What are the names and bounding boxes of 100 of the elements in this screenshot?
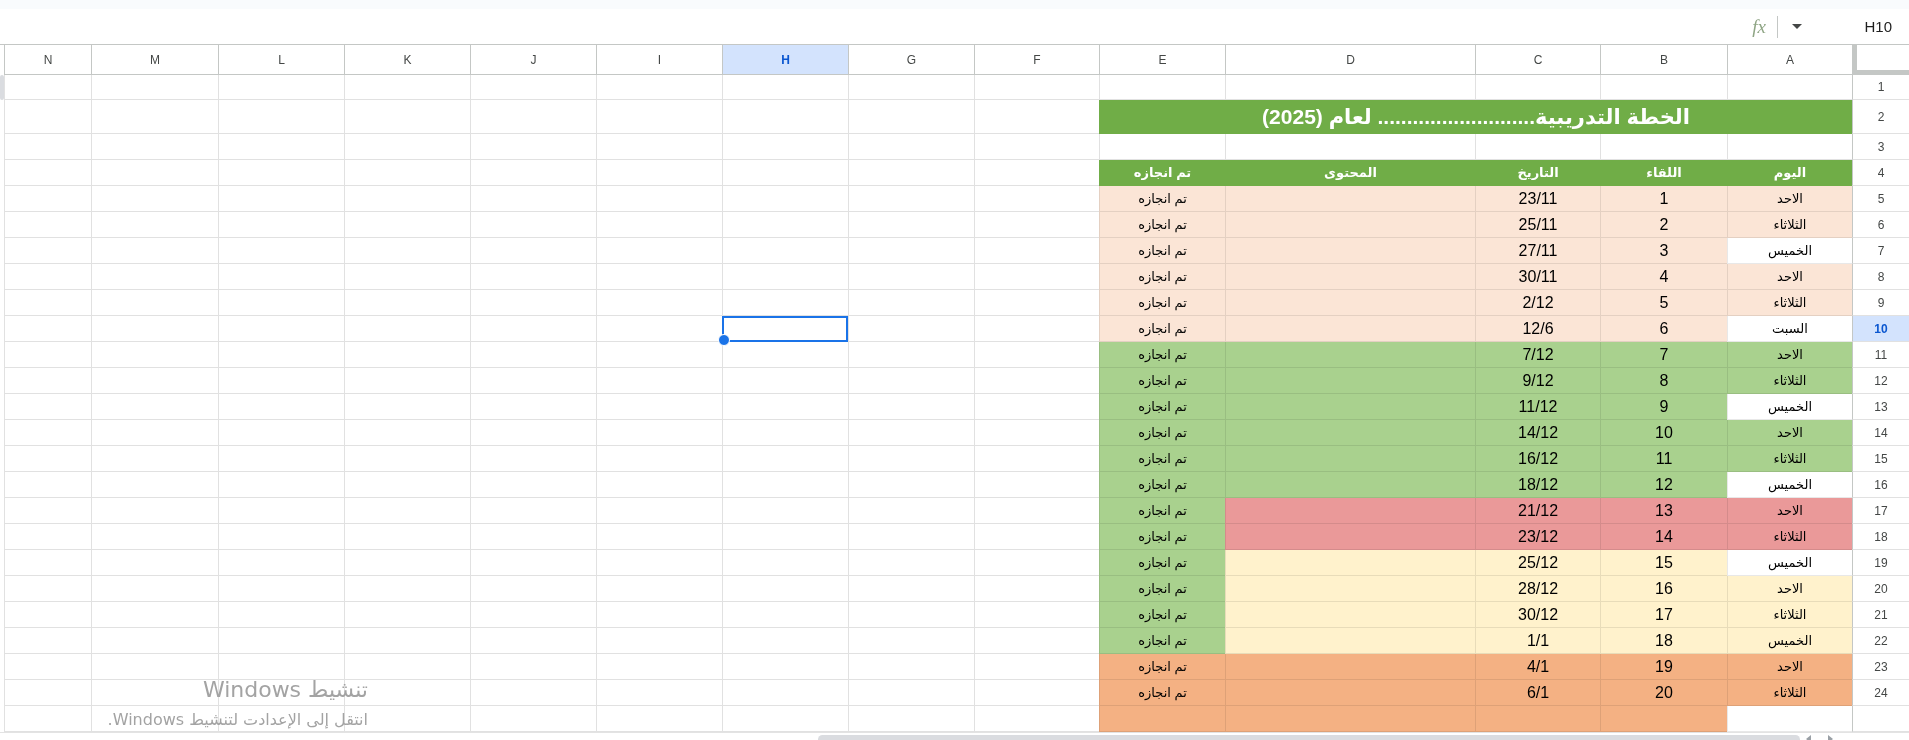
table-cell: الخميس	[1727, 394, 1852, 420]
table-cell: الثلاثاء	[1727, 290, 1852, 316]
table-cell: 25/11	[1475, 212, 1600, 238]
table-cell: الثلاثاء	[1727, 368, 1852, 394]
table-cell: تم انجازه	[1099, 498, 1225, 524]
table-header: المحتوى	[1225, 160, 1475, 186]
sheet-title: الخطة التدريبية........................... لعام (2025)	[1099, 100, 1852, 134]
column-header[interactable]: A	[1727, 45, 1852, 75]
table-cell: تم انجازه	[1099, 368, 1225, 394]
table-cell: الثلاثاء	[1727, 602, 1852, 628]
table-cell: 18/12	[1475, 472, 1600, 498]
table-header: اليوم	[1727, 160, 1852, 186]
column-header[interactable]: J	[470, 45, 596, 75]
table-cell: 10	[1600, 420, 1727, 446]
table-cell: تم انجازه	[1099, 264, 1225, 290]
row-header[interactable]: 10	[1852, 316, 1909, 342]
table-cell: الاحد	[1727, 264, 1852, 290]
table-cell: الخميس	[1727, 550, 1852, 576]
table-cell: 14/12	[1475, 420, 1600, 446]
table-cell: الاحد	[1727, 576, 1852, 602]
table-cell: 15	[1600, 550, 1727, 576]
dropdown-caret-icon[interactable]	[1792, 24, 1802, 29]
activation-title: تنشيط Windows	[202, 677, 368, 703]
select-all-corner[interactable]	[1852, 45, 1909, 75]
table-cell: 7/12	[1475, 342, 1600, 368]
table-cell: الخميس	[1727, 238, 1852, 264]
table-cell: تم انجازه	[1099, 212, 1225, 238]
table-cell: 12/6	[1475, 316, 1600, 342]
table-cell: تم انجازه	[1099, 186, 1225, 212]
table-cell: 6/1	[1475, 680, 1600, 706]
table-cell: الاحد	[1727, 186, 1852, 212]
column-header[interactable]: G	[848, 45, 974, 75]
table-cell: تم انجازه	[1099, 680, 1225, 706]
table-cell: 7	[1600, 342, 1727, 368]
table-cell: 4	[1600, 264, 1727, 290]
column-header[interactable]: F	[974, 45, 1099, 75]
table-cell: 16	[1600, 576, 1727, 602]
table-header: اللقاء	[1600, 160, 1727, 186]
column-header[interactable]: L	[218, 45, 344, 75]
table-cell: 30/12	[1475, 602, 1600, 628]
table-cell: 17	[1600, 602, 1727, 628]
table-cell: تم انجازه	[1099, 446, 1225, 472]
table-cell: 21/12	[1475, 498, 1600, 524]
table-cell: 12	[1600, 472, 1727, 498]
table-cell: الاحد	[1727, 654, 1852, 680]
table-cell: 18	[1600, 628, 1727, 654]
table-cell: الثلاثاء	[1727, 212, 1852, 238]
table-cell: 23/11	[1475, 186, 1600, 212]
column-header[interactable]: H	[722, 45, 848, 75]
table-cell: تم انجازه	[1099, 654, 1225, 680]
table-cell: 9/12	[1475, 368, 1600, 394]
activation-message: انتقل إلى الإعدادت لتنشيط Windows.	[107, 710, 368, 730]
table-cell: تم انجازه	[1099, 524, 1225, 550]
table-cell: الثلاثاء	[1727, 680, 1852, 706]
table-cell: 5	[1600, 290, 1727, 316]
column-header[interactable]: C	[1475, 45, 1600, 75]
table-cell: 23/12	[1475, 524, 1600, 550]
table-cell: 28/12	[1475, 576, 1600, 602]
table-header: تم انجازه	[1099, 160, 1225, 186]
table-cell: تم انجازه	[1099, 238, 1225, 264]
column-header[interactable]: K	[344, 45, 470, 75]
table-cell: تم انجازه	[1099, 472, 1225, 498]
table-cell: 1/1	[1475, 628, 1600, 654]
column-header[interactable]: E	[1099, 45, 1225, 75]
table-cell: الاحد	[1727, 498, 1852, 524]
table-cell: تم انجازه	[1099, 576, 1225, 602]
name-box[interactable]: H10	[1810, 13, 1895, 40]
table-cell: 2	[1600, 212, 1727, 238]
table-cell: 11	[1600, 446, 1727, 472]
column-header[interactable]: B	[1600, 45, 1727, 75]
table-cell: السبت	[1727, 316, 1852, 342]
table-cell: 8	[1600, 368, 1727, 394]
table-cell: 20	[1600, 680, 1727, 706]
table-cell: تم انجازه	[1099, 394, 1225, 420]
table-cell: الخميس	[1727, 628, 1852, 654]
table-cell: تم انجازه	[1099, 550, 1225, 576]
table-cell: الاحد	[1727, 342, 1852, 368]
table-cell: 9	[1600, 394, 1727, 420]
column-header[interactable]: N	[4, 45, 91, 75]
table-cell: 11/12	[1475, 394, 1600, 420]
table-cell: 16/12	[1475, 446, 1600, 472]
table-cell: الثلاثاء	[1727, 524, 1852, 550]
table-cell: 2/12	[1475, 290, 1600, 316]
table-cell: تم انجازه	[1099, 316, 1225, 342]
table-cell: الاحد	[1727, 420, 1852, 446]
scrollbar-thumb[interactable]	[0, 75, 4, 100]
fill-handle[interactable]	[718, 334, 730, 346]
table-cell: 6	[1600, 316, 1727, 342]
table-cell: تم انجازه	[1099, 420, 1225, 446]
table-cell: 13	[1600, 498, 1727, 524]
table-cell: الثلاثاء	[1727, 446, 1852, 472]
column-header[interactable]: D	[1225, 45, 1475, 75]
table-cell: 25/12	[1475, 550, 1600, 576]
table-cell: تم انجازه	[1099, 628, 1225, 654]
column-header[interactable]: M	[91, 45, 218, 75]
table-cell: تم انجازه	[1099, 290, 1225, 316]
function-label: fx	[1752, 15, 1766, 38]
table-cell: 27/11	[1475, 238, 1600, 264]
table-cell: 14	[1600, 524, 1727, 550]
column-header[interactable]: I	[596, 45, 722, 75]
